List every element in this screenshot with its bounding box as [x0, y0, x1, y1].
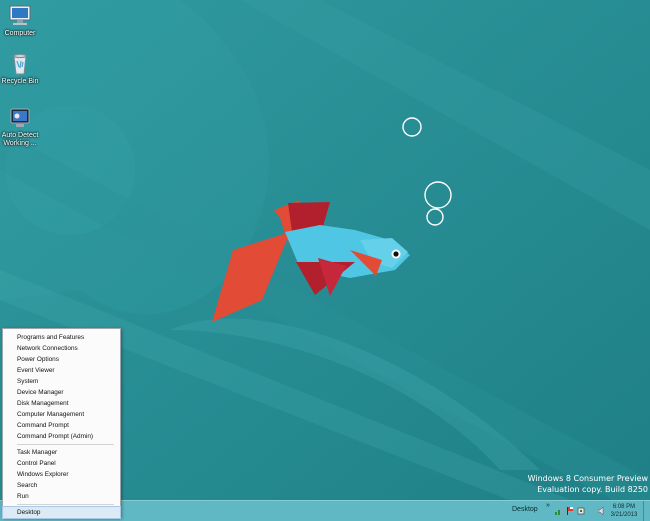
recycle-bin-icon [13, 53, 27, 75]
power-user-menu: Programs and Features Network Connection… [2, 328, 121, 519]
menu-item-search[interactable]: Search [3, 480, 120, 491]
watermark-line1: Windows 8 Consumer Preview [527, 474, 648, 483]
toolbar-overflow-chevron-icon[interactable]: » [546, 502, 550, 509]
desktop-icon-auto-detect[interactable]: Auto Detect Working ... [0, 106, 42, 148]
menu-item-power-options[interactable]: Power Options [3, 354, 120, 365]
computer-icon [9, 5, 31, 25]
desktop-icon-label: Computer [4, 30, 36, 37]
menu-item-run[interactable]: Run [3, 491, 120, 502]
menu-item-network-connections[interactable]: Network Connections [3, 343, 120, 354]
desktop-icon-label: Recycle Bin [1, 78, 39, 85]
action-center-flag-icon[interactable] [566, 507, 574, 515]
clock-time: 6:08 PM [612, 504, 636, 510]
menu-item-event-viewer[interactable]: Event Viewer [3, 365, 120, 376]
desktop-toolbar-label[interactable]: Desktop [512, 506, 538, 513]
menu-item-control-panel[interactable]: Control Panel [3, 458, 120, 469]
network-icon[interactable] [555, 507, 563, 515]
watermark-line2: Evaluation copy. Build 8250 [537, 485, 648, 494]
menu-separator [17, 504, 114, 505]
taskbar-clock[interactable]: 6:08 PM 3/21/2013 [604, 503, 644, 519]
menu-item-task-manager[interactable]: Task Manager [3, 447, 120, 458]
clock-date: 3/21/2013 [610, 512, 638, 518]
menu-item-command-prompt-admin[interactable]: Command Prompt (Admin) [3, 431, 120, 442]
menu-item-disk-management[interactable]: Disk Management [3, 398, 120, 409]
auto-detect-icon [10, 108, 30, 127]
show-desktop-button[interactable] [643, 501, 650, 521]
menu-item-system[interactable]: System [3, 376, 120, 387]
menu-item-desktop[interactable]: Desktop [2, 506, 121, 519]
power-icon[interactable] [577, 507, 585, 515]
desktop-icon-computer[interactable]: Computer [0, 4, 40, 38]
menu-item-windows-explorer[interactable]: Windows Explorer [3, 469, 120, 480]
menu-item-computer-management[interactable]: Computer Management [3, 409, 120, 420]
desktop-icon-recycle-bin[interactable]: Recycle Bin [0, 52, 40, 86]
menu-item-device-manager[interactable]: Device Manager [3, 387, 120, 398]
menu-separator [17, 444, 114, 445]
build-watermark: Windows 8 Consumer Preview Evaluation co… [508, 473, 648, 495]
menu-item-command-prompt[interactable]: Command Prompt [3, 420, 120, 431]
desktop-icon-label: Auto Detect Working ... [1, 132, 39, 147]
menu-item-programs-features[interactable]: Programs and Features [3, 332, 120, 343]
